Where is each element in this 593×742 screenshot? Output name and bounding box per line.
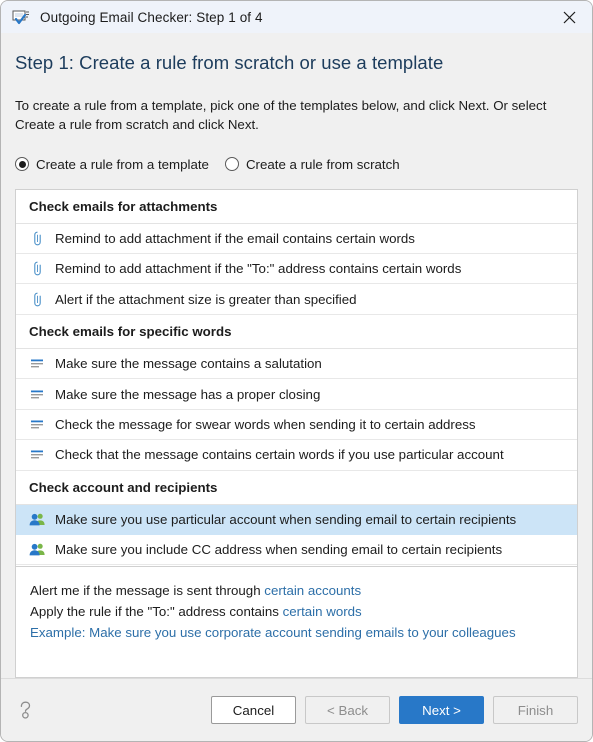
text-lines-icon xyxy=(31,359,43,368)
template-label: Make sure you include CC address when se… xyxy=(55,542,503,558)
template-label: Make sure you use particular account whe… xyxy=(55,511,517,527)
template-label: Check that the message contains certain … xyxy=(55,447,504,463)
template-label: Alert if the attachment size is greater … xyxy=(55,291,357,307)
certain-accounts-link[interactable]: certain accounts xyxy=(264,583,361,598)
window-title: Outgoing Email Checker: Step 1 of 4 xyxy=(40,9,263,25)
dialog-footer: Cancel < Back Next > Finish xyxy=(1,678,592,741)
template-row-selected[interactable]: Make sure you use particular account whe… xyxy=(16,504,577,536)
cancel-button[interactable]: Cancel xyxy=(211,696,296,724)
group-header-specific-words: Check emails for specific words xyxy=(16,314,577,349)
dialog-content: Step 1: Create a rule from scratch or us… xyxy=(1,33,592,678)
description-text: Apply the rule if the "To:" address cont… xyxy=(30,603,283,619)
description-panel: Alert me if the message is sent through … xyxy=(15,565,578,678)
paperclip-icon xyxy=(34,292,41,306)
radio-label: Create a rule from scratch xyxy=(245,156,400,172)
template-row[interactable]: Check the message for swear words when s… xyxy=(16,409,577,441)
description-line-1: Alert me if the message is sent through … xyxy=(30,580,577,601)
finish-button[interactable]: Finish xyxy=(493,696,578,724)
radio-create-from-scratch[interactable]: Create a rule from scratch xyxy=(224,156,400,172)
template-row[interactable]: Make sure the message has a proper closi… xyxy=(16,379,577,410)
template-row[interactable]: Make sure the message contains a salutat… xyxy=(16,348,577,380)
radio-indicator xyxy=(15,157,29,172)
people-icon xyxy=(29,544,45,556)
radio-create-from-template[interactable]: Create a rule from a template xyxy=(15,157,209,172)
help-question-icon[interactable] xyxy=(15,699,37,721)
template-list[interactable]: Check emails for attachments Remind to a… xyxy=(15,188,578,566)
template-row[interactable]: Alert if the attachment size is greater … xyxy=(16,284,577,315)
intro-text: To create a rule from a template, pick o… xyxy=(15,98,547,133)
description-line-2: Apply the rule if the "To:" address cont… xyxy=(30,601,577,622)
page-title: Step 1: Create a rule from scratch or us… xyxy=(15,52,444,73)
radio-label: Create a rule from a template xyxy=(36,156,209,172)
description-text: Alert me if the message is sent through xyxy=(30,582,265,598)
back-button[interactable]: < Back xyxy=(305,696,390,724)
template-label: Make sure the message contains a salutat… xyxy=(55,356,322,372)
button-row: Cancel < Back Next > Finish xyxy=(211,696,578,724)
text-lines-icon xyxy=(31,420,43,429)
template-label: Remind to add attachment if the email co… xyxy=(55,230,415,246)
text-lines-icon xyxy=(31,450,43,459)
template-row[interactable]: Make sure you include CC address when se… xyxy=(16,535,577,566)
close-button[interactable] xyxy=(547,1,592,33)
description-example: Example: Make sure you use corporate acc… xyxy=(30,624,516,640)
certain-words-link[interactable]: certain words xyxy=(283,604,362,619)
paperclip-icon xyxy=(34,261,41,276)
group-header-account-recipients: Check account and recipients xyxy=(16,470,577,505)
close-icon xyxy=(563,11,576,23)
next-button[interactable]: Next > xyxy=(399,696,484,724)
paperclip-icon xyxy=(34,231,41,246)
title-bar: Outgoing Email Checker: Step 1 of 4 xyxy=(1,1,592,33)
template-row[interactable]: Remind to add attachment if the email co… xyxy=(16,223,577,254)
dialog-window: Outgoing Email Checker: Step 1 of 4 Step… xyxy=(0,0,593,742)
template-label: Check the message for swear words when s… xyxy=(55,416,476,432)
radio-indicator xyxy=(224,157,239,172)
group-header-attachments: Check emails for attachments xyxy=(16,189,577,224)
email-check-icon xyxy=(12,10,29,25)
mode-radio-group: Create a rule from a template Create a r… xyxy=(15,157,578,172)
template-row[interactable]: Check that the message contains certain … xyxy=(16,440,577,471)
people-icon xyxy=(29,513,45,526)
template-label: Make sure the message has a proper closi… xyxy=(55,386,321,402)
template-row[interactable]: Remind to add attachment if the "To:" ad… xyxy=(16,253,577,285)
text-lines-icon xyxy=(31,390,43,398)
template-label: Remind to add attachment if the "To:" ad… xyxy=(55,261,462,277)
